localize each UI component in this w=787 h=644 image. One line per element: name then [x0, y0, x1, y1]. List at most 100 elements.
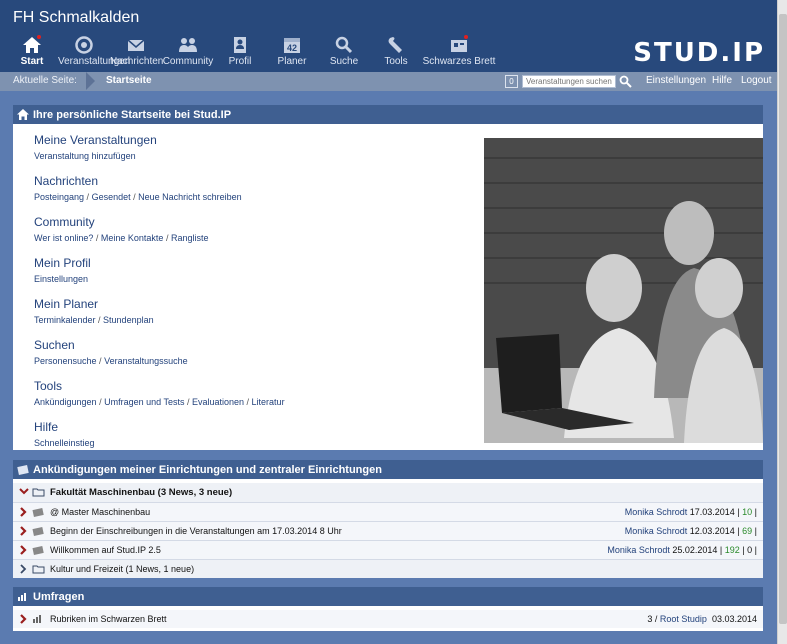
breadcrumb-bar: Aktuelle Seite: Startseite 0 Einstellung…: [0, 72, 777, 91]
news-date: 12.03.2014: [689, 526, 735, 536]
nav-messages[interactable]: Nachrichten: [110, 34, 164, 67]
link-add-course[interactable]: Veranstaltung hinzufügen: [34, 151, 136, 161]
logout-link[interactable]: Logout: [741, 75, 772, 86]
scrollbar[interactable]: [777, 0, 787, 644]
news-icon: [32, 508, 44, 517]
news-author[interactable]: Monika Schrodt: [625, 507, 688, 517]
nav-tools-label: Tools: [384, 56, 408, 67]
link-who-online[interactable]: Wer ist online?: [34, 233, 93, 243]
survey-panel-header: Umfragen: [13, 587, 763, 606]
link-contacts[interactable]: Meine Kontakte: [101, 233, 164, 243]
link-person-search[interactable]: Personensuche: [34, 356, 97, 366]
link-sent[interactable]: Gesendet: [92, 192, 131, 202]
link-tools[interactable]: Tools: [34, 378, 285, 395]
course-search-input[interactable]: [522, 75, 616, 88]
news-title: Willkommen auf Stud.IP 2.5: [50, 545, 161, 555]
group-search: Suchen Personensuche / Veranstaltungssuc…: [34, 337, 285, 374]
nav-profile[interactable]: Profil: [214, 34, 266, 67]
folder-icon: [32, 488, 45, 497]
link-quickstart[interactable]: Schnelleinstieg: [34, 438, 95, 448]
scrollbar-thumb[interactable]: [779, 14, 787, 624]
survey-meta: 3 / Root Studip 03.03.2014: [647, 614, 757, 624]
nav-search-label: Suche: [329, 56, 359, 67]
chevron-right-icon: [20, 564, 27, 574]
home-icon: [17, 109, 29, 120]
news-author[interactable]: Monika Schrodt: [607, 545, 670, 555]
news-item[interactable]: Beginn der Einschreibungen in die Verans…: [13, 522, 763, 540]
nav-community[interactable]: Community: [162, 34, 214, 67]
news-author[interactable]: Monika Schrodt: [625, 526, 688, 536]
search-button-icon[interactable]: [619, 75, 632, 88]
site-title: FH Schmalkalden: [13, 9, 140, 26]
news-icon: [32, 546, 44, 555]
link-profile-settings[interactable]: Einstellungen: [34, 274, 88, 284]
students-photo: [484, 138, 763, 443]
news-meta: Monika Schrodt 12.03.2014 | 69 |: [624, 526, 757, 536]
help-link[interactable]: Hilfe: [712, 75, 732, 86]
link-new-message[interactable]: Neue Nachricht schreiben: [138, 192, 242, 202]
link-announcements[interactable]: Ankündigungen: [34, 397, 97, 407]
chevron-right-icon: [20, 545, 27, 555]
link-inbox[interactable]: Posteingang: [34, 192, 84, 202]
nav-board[interactable]: Schwarzes Brett: [422, 34, 496, 67]
link-evaluations[interactable]: Evaluationen: [192, 397, 244, 407]
news-item[interactable]: @ Master Maschinenbau Monika Schrodt 17.…: [13, 503, 763, 521]
news-item[interactable]: Willkommen auf Stud.IP 2.5 Monika Schrod…: [13, 541, 763, 559]
survey-count: 3: [647, 614, 653, 624]
calendar-day: 42: [287, 43, 297, 53]
news-group-title: Kultur und Freizeit (1 News, 1 neue): [50, 564, 195, 574]
news-views: 192: [724, 545, 740, 555]
chevron-right-icon: [20, 614, 27, 624]
search-icon: [335, 36, 353, 54]
group-tools: Tools Ankündigungen / Umfragen und Tests…: [34, 378, 285, 407]
link-my-profile[interactable]: Mein Profil: [34, 255, 285, 272]
news-icon: [17, 465, 29, 475]
nav-tools[interactable]: Tools: [370, 34, 422, 67]
news-title: @ Master Maschinenbau: [50, 507, 151, 517]
news-panel: Ankündigungen meiner Einrichtungen und z…: [13, 460, 763, 578]
link-ranking[interactable]: Rangliste: [171, 233, 209, 243]
news-date: 17.03.2014: [689, 507, 735, 517]
start-panel-header: Ihre persönliche Startseite bei Stud.IP: [13, 105, 763, 124]
link-my-courses[interactable]: Meine Veranstaltungen: [34, 132, 285, 149]
survey-author[interactable]: Root Studip: [660, 614, 707, 624]
link-community[interactable]: Community: [34, 214, 285, 231]
nav-search[interactable]: Suche: [318, 34, 370, 67]
folder-icon: [32, 565, 45, 574]
wrench-icon: [388, 37, 402, 53]
link-literature[interactable]: Literatur: [252, 397, 285, 407]
main-nav: Start Veranstaltungen Nachrichten Commun…: [6, 34, 496, 67]
breadcrumb-separator: [86, 72, 95, 90]
nav-courses[interactable]: Veranstaltungen: [58, 34, 131, 67]
link-course-search[interactable]: Veranstaltungssuche: [104, 356, 188, 366]
link-surveys[interactable]: Umfragen und Tests: [104, 397, 184, 407]
nav-planner[interactable]: 42 Planer: [266, 34, 318, 67]
notification-dot: [37, 35, 41, 39]
nav-board-label: Schwarzes Brett: [422, 56, 496, 67]
group-community: Community Wer ist online? / Meine Kontak…: [34, 214, 285, 251]
news-icon: [32, 527, 44, 536]
link-timetable[interactable]: Stundenplan: [103, 315, 154, 325]
news-meta: Monika Schrodt 17.03.2014 | 10 |: [624, 507, 757, 517]
link-calendar[interactable]: Terminkalender: [34, 315, 96, 325]
calendar-icon: 42: [284, 38, 300, 53]
link-help[interactable]: Hilfe: [34, 419, 285, 436]
nav-community-label: Community: [162, 56, 214, 67]
survey-panel: Umfragen Rubriken im Schwarzen Brett 3 /…: [13, 587, 763, 631]
nav-messages-label: Nachrichten: [110, 56, 164, 67]
survey-date: 03.03.2014: [711, 614, 757, 624]
settings-link[interactable]: Einstellungen: [646, 75, 706, 86]
nav-start[interactable]: Start: [6, 34, 58, 67]
news-panel-title: Ankündigungen meiner Einrichtungen und z…: [33, 463, 382, 476]
chevron-down-icon: [19, 488, 29, 495]
link-messages[interactable]: Nachrichten: [34, 173, 285, 190]
start-panel: Ihre persönliche Startseite bei Stud.IP …: [13, 105, 763, 450]
news-group-kultur[interactable]: Kultur und Freizeit (1 News, 1 neue): [13, 560, 763, 578]
studip-logo: STUD.IP: [633, 38, 765, 68]
link-my-planner[interactable]: Mein Planer: [34, 296, 285, 313]
link-search[interactable]: Suchen: [34, 337, 285, 354]
survey-item[interactable]: Rubriken im Schwarzen Brett 3 / Root Stu…: [13, 610, 763, 628]
news-group-maschinenbau[interactable]: Fakultät Maschinenbau (3 News, 3 neue): [13, 483, 763, 502]
nav-courses-label: Veranstaltungen: [58, 56, 131, 67]
group-profile: Mein Profil Einstellungen: [34, 255, 285, 292]
